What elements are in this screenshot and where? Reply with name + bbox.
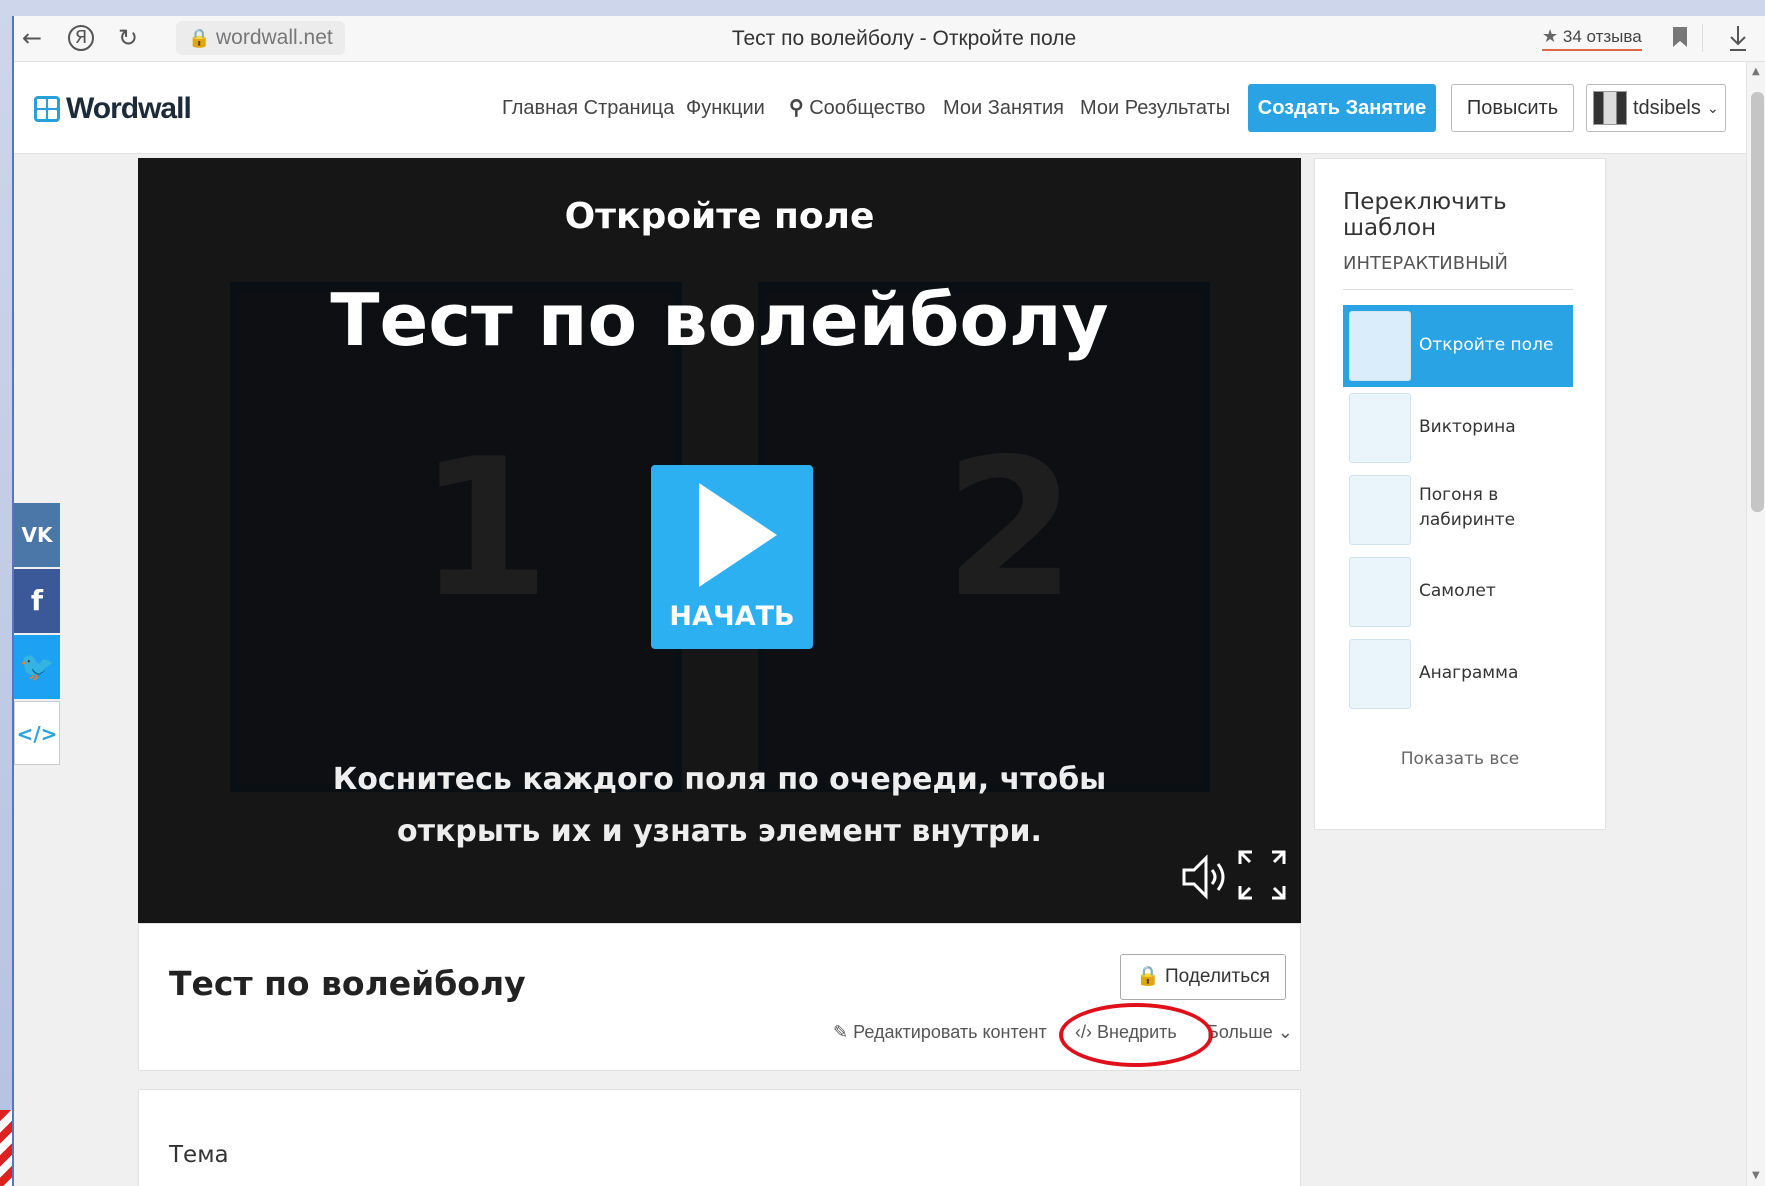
nav-community-label: Сообщество bbox=[809, 97, 926, 119]
template-airplane[interactable]: Самолет bbox=[1343, 551, 1573, 633]
game-title: Тест по волейболу bbox=[330, 278, 1109, 362]
start-button[interactable]: НАЧАТЬ bbox=[651, 465, 813, 649]
template-anagram[interactable]: Анаграмма bbox=[1343, 633, 1573, 715]
scroll-up-icon[interactable]: ▲ bbox=[1752, 66, 1760, 77]
chevron-down-icon: ⌄ bbox=[1277, 1022, 1293, 1042]
divider bbox=[1343, 289, 1573, 290]
upgrade-button[interactable]: Повысить bbox=[1451, 84, 1574, 132]
star-icon: ★ bbox=[1542, 26, 1559, 46]
logo-icon bbox=[34, 96, 60, 122]
share-label: Поделиться bbox=[1165, 966, 1270, 987]
social-share-bar: VK f 🐦 </> bbox=[14, 503, 60, 767]
game-instructions: Коснитесь каждого поля по очереди, чтобы… bbox=[138, 754, 1301, 858]
maze-chase-thumbnail bbox=[1349, 475, 1411, 545]
game-template-name: Откройте поле bbox=[564, 196, 875, 237]
sound-icon[interactable] bbox=[1180, 852, 1228, 902]
nav-community[interactable]: ⚲ Сообщество bbox=[789, 93, 925, 123]
more-link[interactable]: Больше ⌄ bbox=[1207, 1022, 1293, 1043]
browser-toolbar: ← Я ↻ 🔒 wordwall.net Тест по волейболу -… bbox=[14, 16, 1765, 62]
topic-label: Тема bbox=[169, 1142, 229, 1168]
open-box-thumbnail bbox=[1349, 311, 1411, 381]
url-text: wordwall.net bbox=[216, 26, 333, 49]
address-bar[interactable]: 🔒 wordwall.net bbox=[176, 21, 345, 55]
template-name: Погоня в лабиринте bbox=[1419, 485, 1516, 530]
user-menu[interactable]: tdsibels ⌄ bbox=[1586, 84, 1726, 132]
reviews-count: 34 отзыва bbox=[1562, 27, 1642, 46]
page-scrollbar[interactable]: ▲ ▼ bbox=[1746, 62, 1765, 1186]
template-section-label: ИНТЕРАКТИВНЫЙ bbox=[1343, 253, 1509, 274]
anagram-thumbnail bbox=[1349, 639, 1411, 709]
nav-home[interactable]: Главная Страница bbox=[502, 93, 674, 123]
start-label: НАЧАТЬ bbox=[669, 601, 795, 632]
instruction-line-1: Коснитесь каждого поля по очереди, чтобы bbox=[332, 762, 1107, 797]
play-icon bbox=[699, 483, 777, 587]
bookmark-icon[interactable] bbox=[1672, 26, 1688, 48]
template-name: Самолет bbox=[1419, 581, 1496, 601]
reviews-link[interactable]: ★ 34 отзыва bbox=[1542, 24, 1642, 51]
scroll-thumb[interactable] bbox=[1751, 92, 1764, 512]
template-switcher: Переключить шаблон ИНТЕРАКТИВНЫЙ Откройт… bbox=[1314, 158, 1606, 830]
browser-window: ← Я ↻ 🔒 wordwall.net Тест по волейболу -… bbox=[12, 16, 1765, 1186]
edit-content-link[interactable]: ✎ Редактировать контент bbox=[833, 1022, 1047, 1043]
embed-share-icon[interactable]: </> bbox=[14, 701, 60, 765]
avatar bbox=[1593, 91, 1627, 125]
fullscreen-icon[interactable] bbox=[1238, 850, 1286, 900]
game-player[interactable]: 1 2 Откройте поле Тест по волейболу НАЧА… bbox=[138, 158, 1301, 923]
twitter-share-icon[interactable]: 🐦 bbox=[14, 635, 60, 699]
yandex-icon[interactable]: Я bbox=[68, 25, 94, 51]
box-number-2: 2 bbox=[944, 418, 1077, 639]
nav-my-activities[interactable]: Мои Занятия bbox=[943, 93, 1064, 123]
vk-share-icon[interactable]: VK bbox=[14, 503, 60, 567]
lock-icon: 🔒 bbox=[1136, 966, 1160, 987]
template-name: Анаграмма bbox=[1419, 663, 1519, 683]
nav-my-results[interactable]: Мои Результаты bbox=[1080, 93, 1230, 123]
lock-icon: 🔒 bbox=[188, 28, 211, 48]
facebook-share-icon[interactable]: f bbox=[14, 569, 60, 633]
back-icon[interactable]: ← bbox=[22, 24, 42, 52]
quiz-thumbnail bbox=[1349, 393, 1411, 463]
toolbar-divider bbox=[1702, 24, 1703, 52]
username: tdsibels bbox=[1633, 97, 1701, 119]
create-activity-button[interactable]: Создать Занятие bbox=[1248, 84, 1436, 132]
site-header: Wordwall Главная Страница Функции ⚲ Сооб… bbox=[14, 62, 1746, 154]
scroll-down-icon[interactable]: ▼ bbox=[1752, 1170, 1760, 1181]
search-icon: ⚲ bbox=[789, 97, 804, 119]
chevron-down-icon: ⌄ bbox=[1707, 100, 1719, 116]
highlight-ellipse bbox=[1059, 1003, 1213, 1067]
template-open-box[interactable]: Откройте поле bbox=[1343, 305, 1573, 387]
nav-features[interactable]: Функции bbox=[686, 93, 765, 123]
wordwall-logo[interactable]: Wordwall bbox=[34, 92, 192, 126]
pencil-icon: ✎ bbox=[833, 1022, 849, 1042]
download-icon[interactable] bbox=[1728, 24, 1748, 52]
share-button[interactable]: 🔒 Поделиться bbox=[1120, 954, 1286, 1000]
airplane-thumbnail bbox=[1349, 557, 1411, 627]
template-quiz[interactable]: Викторина bbox=[1343, 387, 1573, 469]
template-name: Откройте поле bbox=[1419, 335, 1554, 355]
template-switcher-title: Переключить шаблон bbox=[1343, 189, 1507, 241]
template-maze-chase[interactable]: Погоня в лабиринте bbox=[1343, 469, 1573, 551]
box-number-1: 1 bbox=[418, 418, 551, 639]
page-tab-title: Тест по волейболу - Откройте поле bbox=[731, 27, 1077, 50]
reload-icon[interactable]: ↻ bbox=[118, 24, 138, 52]
instruction-line-2: открыть их и узнать элемент внутри. bbox=[397, 814, 1042, 849]
logo-text: Wordwall bbox=[66, 92, 192, 125]
more-label: Больше bbox=[1207, 1022, 1273, 1042]
topic-card: Тема bbox=[138, 1089, 1301, 1186]
show-all-templates-link[interactable]: Показать все bbox=[1315, 749, 1605, 769]
activity-info-card: Тест по волейболу 🔒 Поделиться ✎ Редакти… bbox=[138, 923, 1301, 1071]
template-name: Викторина bbox=[1419, 417, 1516, 437]
edit-content-label: Редактировать контент bbox=[853, 1022, 1047, 1042]
activity-title: Тест по волейболу bbox=[169, 964, 526, 1003]
